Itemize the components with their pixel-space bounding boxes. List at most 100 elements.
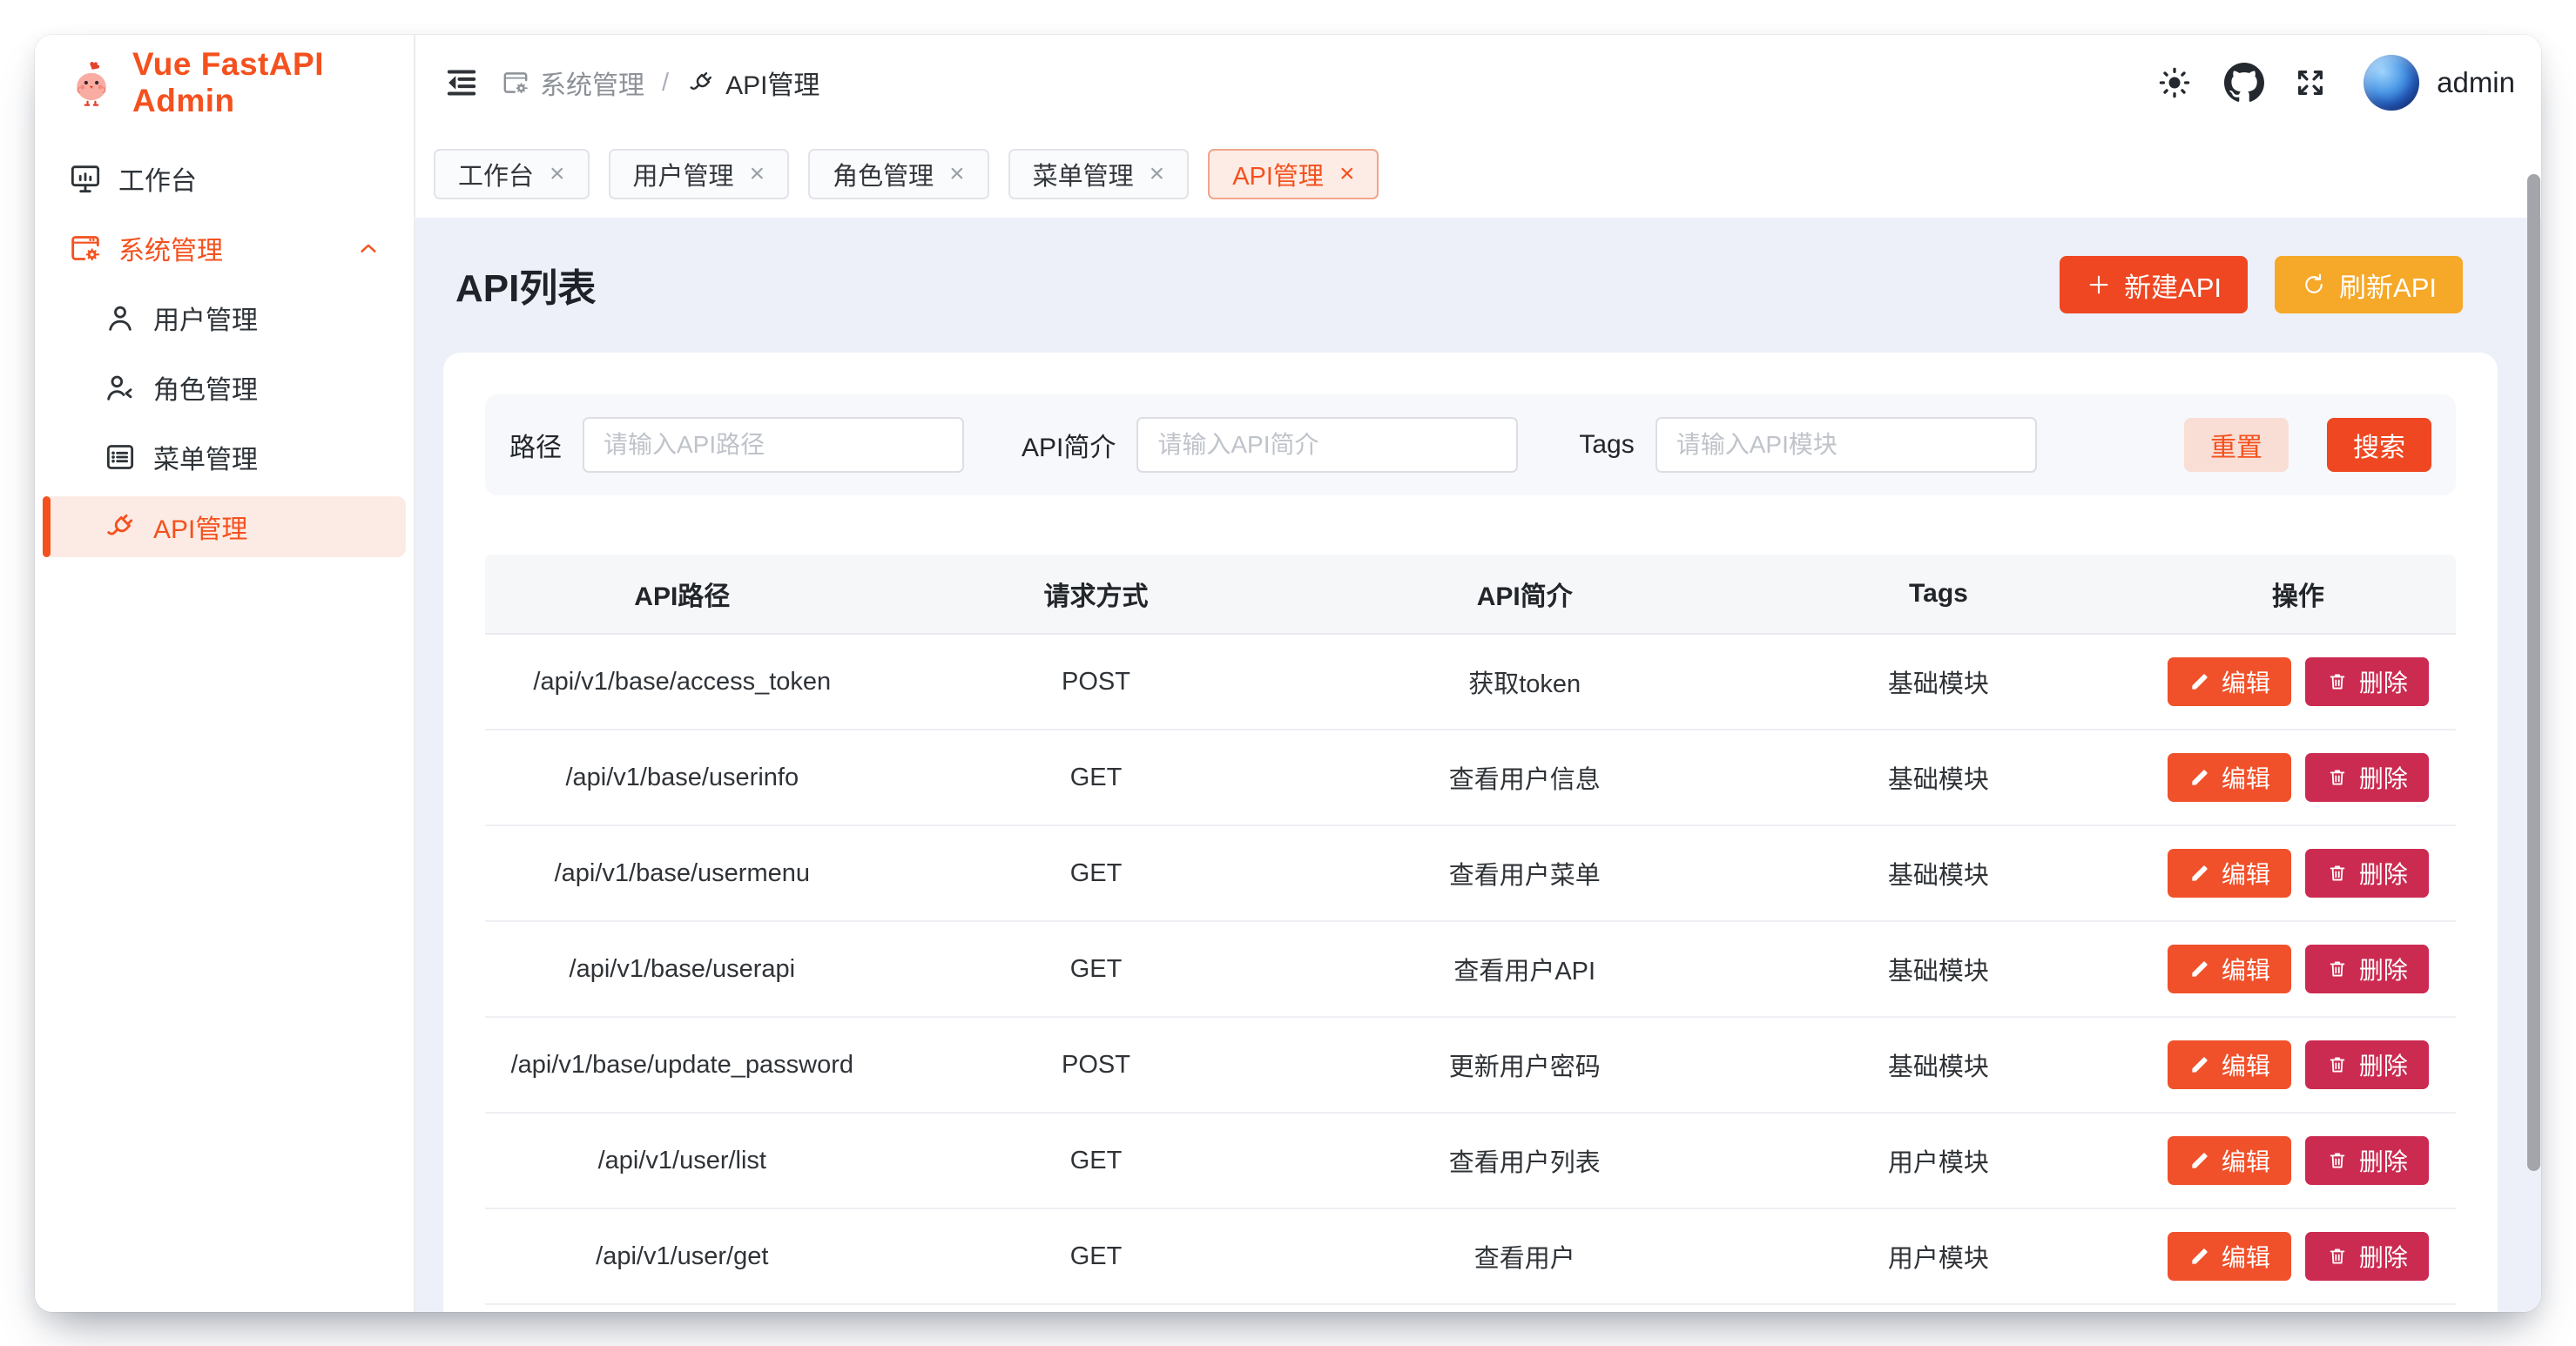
filter-actions: 重置 搜索: [2184, 418, 2431, 472]
edit-button[interactable]: 编辑: [2168, 945, 2291, 993]
refresh-api-label: 刷新API: [2339, 266, 2437, 305]
filter-bar: 路径 API简介 Tags 重置 搜索: [485, 394, 2456, 495]
sidebar-item-roles[interactable]: 角色管理: [43, 357, 406, 418]
cell-tags: 用户模块: [1736, 1142, 2141, 1179]
user-chevron-icon: [103, 370, 138, 405]
sidebar-menu: 工作台 系统管理: [35, 131, 414, 557]
sidebar-item-workbench[interactable]: 工作台: [43, 148, 406, 209]
tab-api[interactable]: API管理 ×: [1208, 149, 1379, 199]
edit-button[interactable]: 编辑: [2168, 1040, 2291, 1089]
tab-roles[interactable]: 角色管理 ×: [808, 149, 989, 199]
col-header-method: 请求方式: [880, 575, 1313, 613]
cell-path: /api/v1/user/list: [485, 1147, 880, 1175]
edit-button[interactable]: 编辑: [2168, 1136, 2291, 1185]
avatar[interactable]: [2364, 55, 2419, 111]
monitor-icon: [68, 161, 103, 196]
search-button[interactable]: 搜索: [2327, 418, 2431, 472]
delete-button[interactable]: 删除: [2305, 1040, 2429, 1089]
sidebar-item-api[interactable]: API管理: [43, 496, 406, 557]
create-api-button[interactable]: 新建API: [2060, 256, 2248, 313]
edit-button[interactable]: 编辑: [2168, 849, 2291, 898]
edit-label: 编辑: [2222, 952, 2270, 986]
delete-button[interactable]: 删除: [2305, 1136, 2429, 1185]
close-icon[interactable]: ×: [949, 161, 965, 187]
table-row-partial: [485, 1305, 2456, 1312]
main-area: 系统管理 / API管理: [415, 35, 2541, 1312]
cell-actions: 编辑 删除: [2141, 657, 2456, 706]
delete-label: 删除: [2359, 1047, 2408, 1082]
cell-tags: 用户模块: [1736, 1238, 2141, 1275]
tags-input[interactable]: [1656, 417, 2037, 473]
path-label: 路径: [509, 426, 562, 464]
vertical-scrollbar[interactable]: [2527, 174, 2540, 1171]
col-header-path: API路径: [485, 575, 880, 613]
breadcrumb-item-api[interactable]: API管理: [686, 64, 819, 102]
delete-label: 删除: [2359, 1239, 2408, 1274]
trash-icon: [2326, 1053, 2349, 1076]
breadcrumb-label: API管理: [725, 64, 819, 102]
edit-label: 编辑: [2222, 664, 2270, 699]
tab-users[interactable]: 用户管理 ×: [609, 149, 790, 199]
close-icon[interactable]: ×: [1339, 161, 1355, 187]
cell-summary: 查看用户列表: [1312, 1142, 1736, 1179]
cell-summary: 查看用户API: [1312, 951, 1736, 987]
cell-method: GET: [880, 955, 1313, 984]
table-row: /api/v1/base/update_password POST 更新用户密码…: [485, 1018, 2456, 1114]
cell-tags: 基础模块: [1736, 951, 2141, 987]
breadcrumb-label: 系统管理: [540, 64, 644, 102]
delete-label: 删除: [2359, 856, 2408, 891]
delete-button[interactable]: 删除: [2305, 657, 2429, 706]
cell-path: /api/v1/base/userinfo: [485, 764, 880, 792]
brand[interactable]: Vue FastAPI Admin: [35, 35, 414, 131]
tab-workbench[interactable]: 工作台 ×: [434, 149, 590, 199]
delete-button[interactable]: 删除: [2305, 945, 2429, 993]
edit-button[interactable]: 编辑: [2168, 657, 2291, 706]
fullscreen-icon[interactable]: [2294, 66, 2327, 99]
close-icon[interactable]: ×: [750, 161, 765, 187]
tab-bar: 工作台 × 用户管理 × 角色管理 × 菜单管理 × API管理 ×: [415, 131, 2541, 218]
cell-tags: 基础模块: [1736, 759, 2141, 796]
chevron-up-icon[interactable]: [354, 233, 383, 263]
delete-button[interactable]: 删除: [2305, 1232, 2429, 1281]
sidebar-item-label: 角色管理: [153, 368, 258, 407]
col-header-actions: 操作: [2141, 575, 2456, 613]
cell-method: GET: [880, 764, 1313, 792]
username[interactable]: admin: [2437, 66, 2515, 99]
delete-button[interactable]: 删除: [2305, 849, 2429, 898]
col-header-summary: API简介: [1312, 575, 1736, 613]
summary-input[interactable]: [1136, 417, 1518, 473]
reset-button[interactable]: 重置: [2184, 418, 2289, 472]
sidebar-item-menus[interactable]: 菜单管理: [43, 427, 406, 488]
plug-icon: [686, 68, 716, 98]
topbar-actions: admin: [2156, 55, 2515, 111]
tab-label: 角色管理: [833, 156, 934, 192]
trash-icon: [2326, 1245, 2349, 1268]
user-icon: [103, 300, 138, 335]
trash-icon: [2326, 670, 2349, 693]
edit-button[interactable]: 编辑: [2168, 753, 2291, 802]
github-icon[interactable]: [2224, 63, 2264, 103]
delete-button[interactable]: 删除: [2305, 753, 2429, 802]
sidebar-item-users[interactable]: 用户管理: [43, 287, 406, 348]
cell-summary: 查看用户信息: [1312, 759, 1736, 796]
top-header: 系统管理 / API管理: [415, 35, 2541, 131]
path-input[interactable]: [583, 417, 964, 473]
cell-method: POST: [880, 668, 1313, 697]
refresh-api-button[interactable]: 刷新API: [2275, 256, 2463, 313]
api-table: API路径 请求方式 API简介 Tags 操作 /api/v1/base/ac…: [485, 555, 2456, 1312]
close-icon[interactable]: ×: [1150, 161, 1165, 187]
sidebar-collapse-icon[interactable]: [444, 65, 479, 100]
breadcrumb: 系统管理 / API管理: [501, 64, 819, 102]
table-row: /api/v1/base/userapi GET 查看用户API 基础模块 编辑: [485, 922, 2456, 1018]
close-icon[interactable]: ×: [550, 161, 565, 187]
sidebar-item-label: 工作台: [118, 159, 197, 198]
cell-path: /api/v1/base/usermenu: [485, 859, 880, 888]
cell-tags: 基础模块: [1736, 855, 2141, 892]
edit-label: 编辑: [2222, 1047, 2270, 1082]
theme-toggle-sun-icon[interactable]: [2156, 64, 2193, 101]
edit-button[interactable]: 编辑: [2168, 1232, 2291, 1281]
breadcrumb-item-system[interactable]: 系统管理: [501, 64, 644, 102]
tab-menus[interactable]: 菜单管理 ×: [1008, 149, 1190, 199]
sidebar-item-system[interactable]: 系统管理: [43, 218, 406, 279]
edit-label: 编辑: [2222, 1239, 2270, 1274]
